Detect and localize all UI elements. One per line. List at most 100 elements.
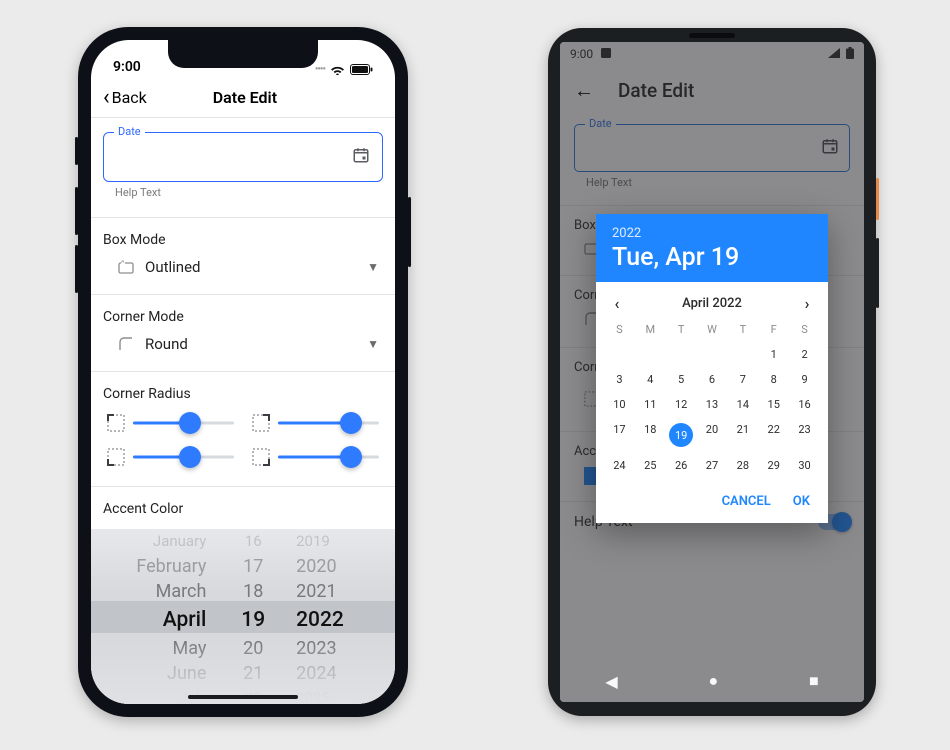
prev-month-button[interactable]: ‹ xyxy=(606,294,628,313)
month-nav: ‹ April 2022 › xyxy=(596,282,828,319)
corner-tr-icon xyxy=(252,414,270,432)
slider-tl[interactable] xyxy=(133,412,234,434)
round-corner-icon xyxy=(117,335,135,353)
slider-bl[interactable] xyxy=(133,446,234,468)
calendar-day[interactable]: 24 xyxy=(604,453,635,478)
calendar-day[interactable]: 17 xyxy=(604,417,635,453)
accent-color-title: Accent Color xyxy=(103,501,383,517)
day-header: S xyxy=(604,319,635,342)
corner-radius-title: Corner Radius xyxy=(103,386,383,402)
box-mode-select[interactable]: A Outlined ▼ xyxy=(103,258,383,276)
day-header: M xyxy=(635,319,666,342)
earpiece xyxy=(689,33,735,38)
calendar-day[interactable]: 7 xyxy=(727,367,758,392)
calendar-day[interactable]: 27 xyxy=(697,453,728,478)
wheel-months-column[interactable]: JanuaryFebruaryMarchAprilMayJuneJuly xyxy=(91,529,224,704)
back-button[interactable]: ‹ Back xyxy=(103,87,147,109)
calendar-day[interactable]: 21 xyxy=(727,417,758,453)
iphone-screen: 9:00 •••• ‹ Back Date Edit Date xyxy=(91,40,395,704)
box-mode-title: Box Mode xyxy=(103,232,383,248)
nav-recents[interactable]: ■ xyxy=(809,671,819,691)
day-header: W xyxy=(697,319,728,342)
slider-br[interactable] xyxy=(278,446,379,468)
box-mode-section: Box Mode A Outlined ▼ xyxy=(103,218,383,276)
calendar-day[interactable]: 5 xyxy=(666,367,697,392)
calendar-day[interactable]: 11 xyxy=(635,392,666,417)
calendar-day[interactable]: 16 xyxy=(789,392,820,417)
outlined-icon: A xyxy=(117,258,135,276)
home-indicator[interactable] xyxy=(188,695,298,699)
day-header: F xyxy=(758,319,789,342)
calendar-day[interactable]: 6 xyxy=(697,367,728,392)
android-screen: 9:00 ← Date Edit Date Help Text xyxy=(560,42,864,702)
corner-bl-icon xyxy=(107,448,125,466)
pixel-power-button xyxy=(876,178,879,220)
iphone-side-button xyxy=(75,137,78,165)
corner-radius-bl xyxy=(107,446,234,468)
calendar-day[interactable]: 23 xyxy=(789,417,820,453)
caret-down-icon: ▼ xyxy=(367,337,379,351)
corner-br-icon xyxy=(252,448,270,466)
calendar-icon xyxy=(352,146,370,168)
calendar-day[interactable]: 25 xyxy=(635,453,666,478)
calendar-day[interactable]: 14 xyxy=(727,392,758,417)
dialog-year[interactable]: 2022 xyxy=(612,226,812,241)
calendar-day[interactable]: 26 xyxy=(666,453,697,478)
corner-mode-select[interactable]: Round ▼ xyxy=(103,335,383,353)
calendar-day[interactable]: 22 xyxy=(758,417,789,453)
calendar-day[interactable]: 1 xyxy=(758,342,789,367)
day-header: S xyxy=(789,319,820,342)
iphone-side-button xyxy=(75,245,78,293)
calendar-day[interactable]: 2 xyxy=(789,342,820,367)
calendar-day[interactable]: 12 xyxy=(666,392,697,417)
box-mode-value: Outlined xyxy=(145,258,357,276)
corner-mode-title: Corner Mode xyxy=(103,309,383,325)
corner-radius-tl xyxy=(107,412,234,434)
calendar-day[interactable]: 28 xyxy=(727,453,758,478)
calendar-day[interactable]: 20 xyxy=(697,417,728,453)
wheel-days-column[interactable]: 16171819202122 xyxy=(224,529,282,704)
next-month-button[interactable]: › xyxy=(796,294,818,313)
dialog-actions: CANCEL OK xyxy=(596,478,828,523)
back-label: Back xyxy=(112,88,147,107)
calendar-grid: SMTWTFS123456789101112131415161718192021… xyxy=(596,319,828,478)
ios-nav-bar: ‹ Back Date Edit xyxy=(91,78,395,118)
calendar-day[interactable]: 10 xyxy=(604,392,635,417)
corner-mode-value: Round xyxy=(145,335,357,353)
calendar-day[interactable]: 9 xyxy=(789,367,820,392)
nav-home[interactable]: ● xyxy=(708,671,718,691)
pixel-volume-button xyxy=(876,238,879,308)
cancel-button[interactable]: CANCEL xyxy=(722,494,771,509)
dialog-header: 2022 Tue, Apr 19 xyxy=(596,214,828,282)
date-input-label: Date xyxy=(114,125,145,138)
iphone-frame: 9:00 •••• ‹ Back Date Edit Date xyxy=(78,27,408,717)
day-header: T xyxy=(727,319,758,342)
calendar-day[interactable]: 29 xyxy=(758,453,789,478)
calendar-day[interactable]: 15 xyxy=(758,392,789,417)
day-header: T xyxy=(666,319,697,342)
ios-date-wheel-picker[interactable]: JanuaryFebruaryMarchAprilMayJuneJuly 161… xyxy=(91,529,395,704)
iphone-notch xyxy=(168,40,318,68)
slider-tr[interactable] xyxy=(278,412,379,434)
ok-button[interactable]: OK xyxy=(793,494,810,509)
calendar-day[interactable]: 13 xyxy=(697,392,728,417)
date-input[interactable]: Date xyxy=(103,132,383,182)
nav-back[interactable]: ◀ xyxy=(605,672,617,691)
calendar-day[interactable]: 4 xyxy=(635,367,666,392)
calendar-day[interactable]: 8 xyxy=(758,367,789,392)
calendar-day[interactable]: 30 xyxy=(789,453,820,478)
android-frame: 9:00 ← Date Edit Date Help Text xyxy=(548,28,876,716)
calendar-day[interactable]: 19 xyxy=(666,417,697,453)
wheel-years-column[interactable]: 2019202020212022202320242025 xyxy=(282,529,395,704)
caret-down-icon: ▼ xyxy=(367,260,379,274)
calendar-day[interactable]: 3 xyxy=(604,367,635,392)
iphone-side-button xyxy=(408,197,411,267)
battery-icon xyxy=(350,64,373,75)
corner-radius-tr xyxy=(252,412,379,434)
corner-radius-br xyxy=(252,446,379,468)
corner-mode-section: Corner Mode Round ▼ xyxy=(103,295,383,353)
date-picker-dialog: 2022 Tue, Apr 19 ‹ April 2022 › SMTWTFS1… xyxy=(596,214,828,523)
dialog-date[interactable]: Tue, Apr 19 xyxy=(612,243,812,272)
calendar-day[interactable]: 18 xyxy=(635,417,666,453)
cellular-icon: •••• xyxy=(315,64,325,75)
